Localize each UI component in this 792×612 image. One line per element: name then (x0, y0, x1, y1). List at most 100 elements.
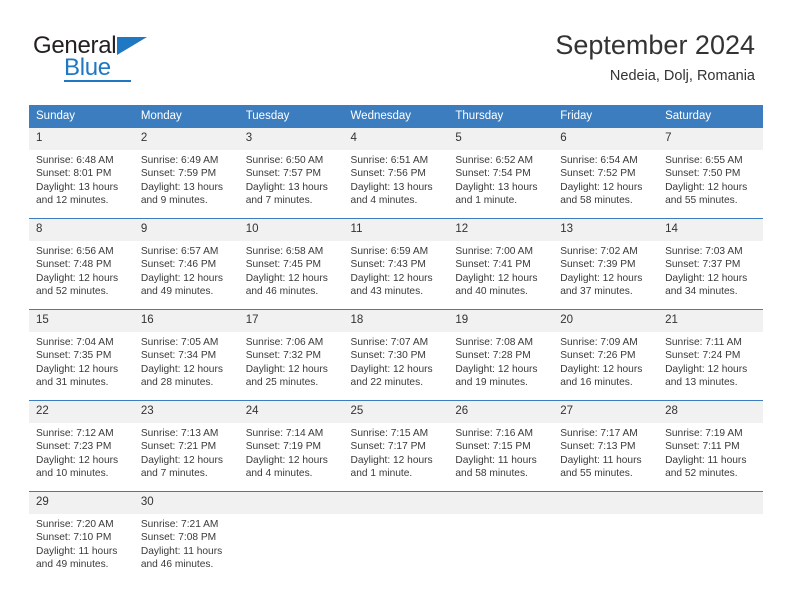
day-daylight1-text: Daylight: 12 hours (665, 272, 748, 284)
calendar-empty-cell (238, 491, 344, 582)
day-sunset-text: Sunset: 7:08 PM (140, 532, 217, 544)
day-daylight2-text: and 16 minutes. (560, 377, 633, 389)
calendar-day-cell[interactable]: 22 Sunrise: 7:12 AM Sunset: 7:23 PM Dayligh… (29, 400, 134, 492)
calendar-day-cell[interactable]: 3 Sunrise: 6:50 AM Sunset: 7:57 PM Daylight… (238, 127, 344, 219)
calendar-day-cell[interactable]: 1 Sunrise: 6:48 AM Sunset: 8:01 PM Daylight… (29, 127, 134, 219)
day-daylight1-text: Daylight: 12 hours (36, 363, 119, 375)
day-number: 1 (29, 128, 134, 150)
day-sun-info: Sunrise: 7:04 AM Sunset: 7:35 PM Daylight:… (29, 332, 134, 390)
day-sunrise-text: Sunrise: 7:06 AM (245, 337, 324, 348)
calendar-day-cell[interactable]: 9 Sunrise: 6:57 AM Sunset: 7:46 PM Daylight… (133, 218, 239, 310)
day-sunset-text: Sunset: 7:35 PM (36, 350, 112, 362)
day-sun-info: Sunrise: 7:09 AM Sunset: 7:26 PM Daylight:… (553, 332, 658, 390)
weekday-header-thursday: Thursday (448, 105, 554, 128)
day-sunrise-text: Sunrise: 7:20 AM (36, 519, 114, 530)
day-sunset-text: Sunset: 7:30 PM (350, 350, 426, 362)
calendar-week-row: 22 Sunrise: 7:12 AM Sunset: 7:23 PM Dayligh… (29, 400, 763, 492)
day-daylight2-text: and 22 minutes. (350, 377, 424, 389)
calendar-day-cell[interactable]: 29 Sunrise: 7:20 AM Sunset: 7:10 PM Dayligh… (29, 491, 134, 582)
calendar-day-cell[interactable]: 10 Sunrise: 6:58 AM Sunset: 7:45 PM Dayligh… (238, 218, 344, 310)
day-sun-info: Sunrise: 7:13 AM Sunset: 7:21 PM Daylight:… (134, 423, 239, 481)
day-sun-info: Sunrise: 7:21 AM Sunset: 7:08 PM Daylight:… (134, 514, 239, 572)
day-sunset-text: Sunset: 7:11 PM (665, 441, 740, 453)
calendar-day-cell[interactable]: 21 Sunrise: 7:11 AM Sunset: 7:24 PM Dayligh… (658, 309, 763, 401)
calendar-day-cell[interactable]: 19 Sunrise: 7:08 AM Sunset: 7:28 PM Dayligh… (448, 309, 554, 401)
weekday-header-tuesday: Tuesday (238, 105, 344, 128)
day-sunrise-text: Sunrise: 6:48 AM (36, 155, 114, 166)
day-daylight2-text: and 7 minutes. (245, 195, 313, 207)
day-daylight1-text: Daylight: 12 hours (36, 454, 119, 466)
day-sun-info: Sunrise: 6:50 AM Sunset: 7:57 PM Daylight:… (239, 150, 344, 208)
day-number: 23 (133, 401, 239, 423)
day-daylight1-text: Daylight: 12 hours (245, 454, 328, 466)
day-sunset-text: Sunset: 7:54 PM (455, 168, 531, 180)
day-sunrise-text: Sunrise: 7:19 AM (665, 428, 743, 439)
day-sun-info: Sunrise: 6:48 AM Sunset: 8:01 PM Daylight:… (29, 150, 134, 208)
day-sunrise-text: Sunrise: 7:11 AM (665, 337, 742, 348)
day-sunrise-text: Sunrise: 6:55 AM (665, 155, 743, 166)
day-sunset-text: Sunset: 7:41 PM (455, 259, 531, 271)
calendar-week-row: 8 Sunrise: 6:56 AM Sunset: 7:48 PM Daylight… (29, 218, 763, 310)
day-sunrise-text: Sunrise: 7:08 AM (455, 337, 533, 348)
day-sun-info: Sunrise: 6:58 AM Sunset: 7:45 PM Daylight:… (239, 241, 344, 299)
calendar-day-cell[interactable]: 14 Sunrise: 7:03 AM Sunset: 7:37 PM Dayligh… (658, 218, 763, 310)
calendar-day-cell[interactable]: 8 Sunrise: 6:56 AM Sunset: 7:48 PM Daylight… (29, 218, 134, 310)
day-sunset-text: Sunset: 7:15 PM (455, 441, 531, 453)
day-sunset-text: Sunset: 7:56 PM (350, 168, 426, 180)
day-sunset-text: Sunset: 7:17 PM (350, 441, 426, 453)
calendar-day-cell[interactable]: 26 Sunrise: 7:16 AM Sunset: 7:15 PM Dayligh… (448, 400, 554, 492)
day-sunrise-text: Sunrise: 7:05 AM (140, 337, 219, 348)
day-daylight2-text: and 46 minutes. (245, 286, 319, 298)
day-daylight2-text: and 55 minutes. (560, 468, 633, 480)
calendar-day-cell[interactable]: 27 Sunrise: 7:17 AM Sunset: 7:13 PM Dayligh… (553, 400, 659, 492)
day-daylight2-text: and 49 minutes. (140, 286, 214, 298)
calendar-day-cell[interactable]: 12 Sunrise: 7:00 AM Sunset: 7:41 PM Dayligh… (448, 218, 554, 310)
calendar-day-cell[interactable]: 7 Sunrise: 6:55 AM Sunset: 7:50 PM Daylight… (658, 127, 763, 219)
day-number: 30 (133, 492, 239, 514)
calendar-day-cell[interactable]: 18 Sunrise: 7:07 AM Sunset: 7:30 PM Dayligh… (343, 309, 449, 401)
day-sun-info: Sunrise: 7:20 AM Sunset: 7:10 PM Daylight:… (29, 514, 134, 572)
day-sunset-text: Sunset: 7:46 PM (140, 259, 217, 271)
calendar-day-cell[interactable]: 13 Sunrise: 7:02 AM Sunset: 7:39 PM Dayligh… (553, 218, 659, 310)
day-daylight2-text: and 25 minutes. (245, 377, 319, 389)
day-number: 13 (553, 219, 659, 241)
day-number: 28 (658, 401, 763, 423)
calendar-day-cell[interactable]: 17 Sunrise: 7:06 AM Sunset: 7:32 PM Dayligh… (238, 309, 344, 401)
calendar-day-cell[interactable]: 16 Sunrise: 7:05 AM Sunset: 7:34 PM Dayligh… (133, 309, 239, 401)
day-number: 15 (29, 310, 134, 332)
day-sunrise-text: Sunrise: 7:17 AM (560, 428, 638, 439)
day-sunrise-text: Sunrise: 6:49 AM (140, 155, 219, 166)
day-sunset-text: Sunset: 7:32 PM (245, 350, 322, 362)
day-daylight2-text: and 7 minutes. (140, 468, 208, 480)
day-sunrise-text: Sunrise: 7:09 AM (560, 337, 638, 348)
day-daylight2-text: and 19 minutes. (455, 377, 528, 389)
calendar-day-cell[interactable]: 23 Sunrise: 7:13 AM Sunset: 7:21 PM Dayligh… (133, 400, 239, 492)
calendar-day-cell[interactable]: 6 Sunrise: 6:54 AM Sunset: 7:52 PM Daylight… (553, 127, 659, 219)
day-sunrise-text: Sunrise: 7:03 AM (665, 246, 743, 257)
day-daylight1-text: Daylight: 12 hours (665, 181, 748, 193)
calendar-day-cell[interactable]: 11 Sunrise: 6:59 AM Sunset: 7:43 PM Dayligh… (343, 218, 449, 310)
day-daylight2-text: and 9 minutes. (140, 195, 208, 207)
calendar-day-cell[interactable]: 4 Sunrise: 6:51 AM Sunset: 7:56 PM Daylight… (343, 127, 449, 219)
calendar-day-cell[interactable]: 25 Sunrise: 7:15 AM Sunset: 7:17 PM Dayligh… (343, 400, 449, 492)
day-sunrise-text: Sunrise: 7:12 AM (36, 428, 114, 439)
day-daylight1-text: Daylight: 12 hours (455, 363, 538, 375)
day-number: 16 (133, 310, 239, 332)
day-daylight1-text: Daylight: 12 hours (350, 363, 433, 375)
page-header: General Blue September 2024 Nedeia, Dolj… (0, 0, 792, 100)
day-daylight2-text: and 1 minute. (455, 195, 518, 207)
day-number (553, 492, 659, 514)
day-daylight1-text: Daylight: 13 hours (245, 181, 328, 193)
calendar-day-cell[interactable]: 24 Sunrise: 7:14 AM Sunset: 7:19 PM Dayligh… (238, 400, 344, 492)
calendar-day-cell[interactable]: 30 Sunrise: 7:21 AM Sunset: 7:08 PM Dayligh… (133, 491, 239, 582)
calendar-day-cell[interactable]: 15 Sunrise: 7:04 AM Sunset: 7:35 PM Dayligh… (29, 309, 134, 401)
day-sunrise-text: Sunrise: 6:54 AM (560, 155, 638, 166)
day-daylight1-text: Daylight: 12 hours (665, 363, 748, 375)
calendar-day-cell[interactable]: 5 Sunrise: 6:52 AM Sunset: 7:54 PM Daylight… (448, 127, 554, 219)
logo-triangle-icon (117, 37, 147, 55)
day-sun-info: Sunrise: 6:49 AM Sunset: 7:59 PM Daylight:… (134, 150, 239, 208)
calendar-day-cell[interactable]: 2 Sunrise: 6:49 AM Sunset: 7:59 PM Daylight… (133, 127, 239, 219)
calendar-day-cell[interactable]: 20 Sunrise: 7:09 AM Sunset: 7:26 PM Dayligh… (553, 309, 659, 401)
day-daylight1-text: Daylight: 11 hours (140, 545, 223, 557)
calendar-day-cell[interactable]: 28 Sunrise: 7:19 AM Sunset: 7:11 PM Dayligh… (658, 400, 763, 492)
